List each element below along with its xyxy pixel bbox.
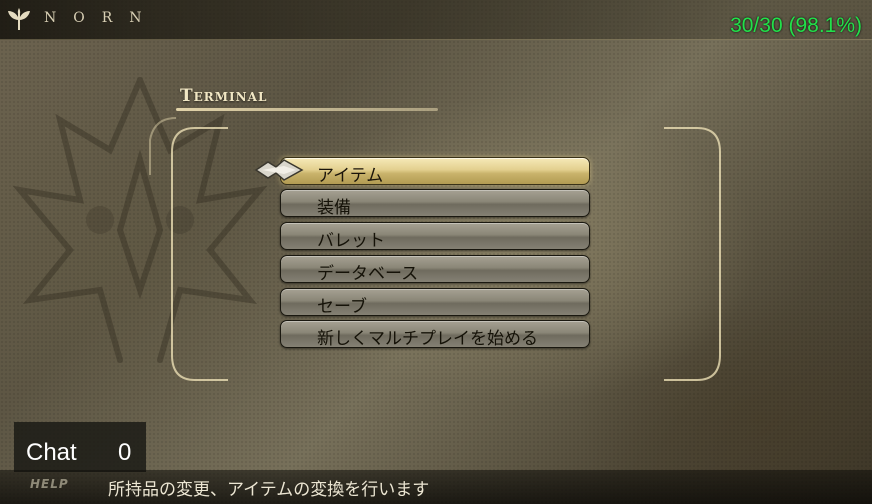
chat-unread-count: 0 (118, 439, 132, 466)
selection-cursor-icon (254, 159, 304, 181)
menu-item-equipment[interactable]: 装備 (280, 189, 590, 218)
menu-item-label: バレット (317, 231, 385, 251)
performance-counter: 30/30 (98.1%) (730, 14, 862, 37)
game-screen: NORN 30/30 (98.1%) Terminal アイテム 装備 バレット… (0, 0, 872, 504)
help-tag: HELP (30, 477, 69, 491)
terminal-title: Terminal (180, 86, 268, 106)
menu-item-label: セーブ (317, 297, 367, 317)
help-bar: HELP 所持品の変更、アイテムの変換を行います (0, 470, 872, 504)
chat-label: Chat (26, 439, 77, 466)
chat-button[interactable]: Chat 0 (14, 422, 146, 472)
menu-item-label: アイテム (317, 166, 384, 186)
help-text: 所持品の変更、アイテムの変換を行います (108, 480, 430, 500)
menu-item-item[interactable]: アイテム (280, 157, 590, 186)
terminal-title-underline (176, 108, 438, 111)
menu-item-label: 装備 (317, 198, 351, 218)
menu-item-start-multiplayer[interactable]: 新しくマルチプレイを始める (280, 320, 590, 349)
logo-text: NORN (44, 10, 159, 26)
top-bar-divider (0, 39, 872, 40)
leaf-logo-icon (8, 8, 30, 31)
menu-item-bullet[interactable]: バレット (280, 222, 590, 251)
menu-item-label: データベース (317, 264, 419, 284)
menu-item-save[interactable]: セーブ (280, 288, 590, 317)
menu-item-label: 新しくマルチプレイを始める (317, 329, 538, 349)
menu-item-database[interactable]: データベース (280, 255, 590, 284)
